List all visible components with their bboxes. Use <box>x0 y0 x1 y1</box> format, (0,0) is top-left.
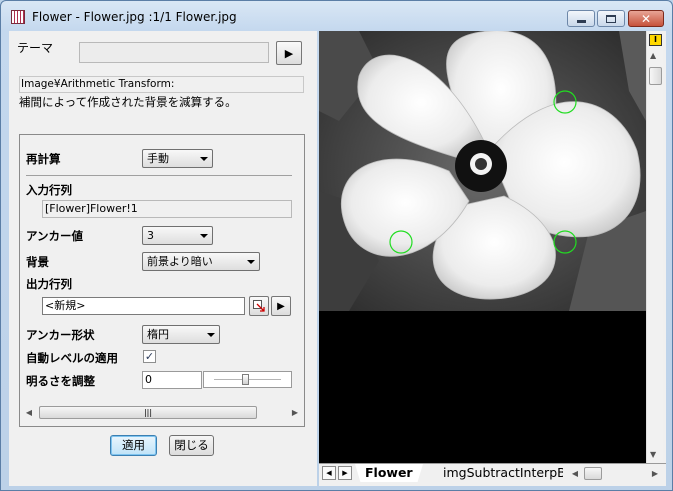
input-matrix-label: 入力行列 <box>26 183 72 197</box>
chevron-down-icon <box>207 333 215 337</box>
output-matrix-label: 出力行列 <box>26 277 72 291</box>
brightness-slider[interactable] <box>203 371 292 388</box>
output-matrix-picker-button[interactable] <box>249 296 269 316</box>
slider-thumb[interactable] <box>242 374 250 385</box>
hscroll-thumb[interactable]: ||| <box>39 406 257 419</box>
apply-button[interactable]: 適用 <box>110 435 157 456</box>
settings-panel: 再計算 手動 入力行列 [Flower]Flower!1 アンカー値 3 背景 … <box>19 134 305 427</box>
anchor-shape-label: アンカー形状 <box>26 328 95 342</box>
theme-combo[interactable] <box>79 42 269 63</box>
anchor-count-dropdown[interactable]: 3 <box>142 226 213 245</box>
anchor-point[interactable] <box>553 90 577 114</box>
prev-sheet-button[interactable]: ◀ <box>322 466 336 480</box>
vscroll-thumb[interactable] <box>649 67 662 85</box>
scroll-left-icon[interactable]: ◀ <box>568 467 582 480</box>
recalc-label: 再計算 <box>26 152 61 166</box>
hscroll-thumb[interactable] <box>584 467 602 480</box>
close-button[interactable]: ✕ <box>628 10 664 27</box>
select-range-icon <box>253 300 265 312</box>
anchor-shape-dropdown[interactable]: 楕円 <box>142 325 220 344</box>
output-matrix-field[interactable]: <新規> <box>42 297 245 315</box>
anchor-count-value: 3 <box>147 229 154 242</box>
maximize-button[interactable] <box>597 10 625 27</box>
image-canvas[interactable] <box>319 30 646 463</box>
window-title: Flower - Flower.jpg :1/1 Flower.jpg <box>32 10 237 24</box>
sheet-tab-bar: ◀ ▶ Flower imgSubtractInterpBl ◀ ▶ <box>319 463 666 482</box>
background-dropdown[interactable]: 前景より暗い <box>142 252 260 271</box>
function-description: 補間によって作成された背景を減算する。 <box>19 95 237 109</box>
auto-level-checkbox[interactable]: ✓ <box>143 350 156 363</box>
divider <box>26 175 292 176</box>
scroll-right-icon[interactable]: ▶ <box>288 406 302 419</box>
app-window: Flower - Flower.jpg :1/1 Flower.jpg ✕ テー… <box>0 0 673 491</box>
background-value: 前景より暗い <box>147 255 213 268</box>
scroll-up-icon[interactable]: ▲ <box>650 51 656 60</box>
chevron-down-icon <box>247 260 255 264</box>
auto-level-label: 自動レベルの適用 <box>26 351 118 365</box>
settings-hscrollbar[interactable]: ◀ ||| ▶ <box>20 405 304 420</box>
anchor-count-label: アンカー値 <box>26 229 84 243</box>
function-path: Image¥Arithmetic Transform: <box>19 76 304 93</box>
chevron-down-icon <box>200 157 208 161</box>
output-matrix-arrow-button[interactable]: ▶ <box>271 296 291 316</box>
anchor-overlay <box>389 90 577 254</box>
background-label: 背景 <box>26 255 49 269</box>
anchor-point[interactable] <box>553 230 577 254</box>
anchor-shape-value: 楕円 <box>147 328 169 341</box>
scroll-right-icon[interactable]: ▶ <box>648 467 662 480</box>
brightness-input[interactable]: 0 <box>142 371 202 389</box>
tab-flower[interactable]: Flower <box>355 464 423 482</box>
maximize-icon <box>606 14 616 23</box>
input-matrix-field[interactable]: [Flower]Flower!1 <box>42 200 292 218</box>
theme-arrow-button[interactable]: ▶ <box>276 41 302 65</box>
minimize-button[interactable] <box>567 10 595 27</box>
sheet-hscrollbar[interactable]: ◀ ▶ <box>566 466 664 481</box>
dialog-panel: テーマ ▶ Image¥Arithmetic Transform: 補間によって… <box>9 31 317 486</box>
arrow-right-icon: ▶ <box>277 300 285 312</box>
recalc-value: 手動 <box>147 152 169 165</box>
theme-label: テーマ <box>17 41 54 55</box>
next-sheet-button[interactable]: ▶ <box>338 466 352 480</box>
title-bar[interactable]: Flower - Flower.jpg :1/1 Flower.jpg ✕ <box>1 1 672 31</box>
arrow-right-icon: ▶ <box>284 46 294 60</box>
close-icon: ✕ <box>640 11 652 26</box>
image-vscrollbar[interactable]: I ▲ ▼ <box>646 31 663 463</box>
close-dialog-button[interactable]: 閉じる <box>169 435 214 456</box>
brightness-label: 明るさを調整 <box>26 374 95 388</box>
image-info-button[interactable]: I <box>649 34 662 46</box>
scroll-left-icon[interactable]: ◀ <box>22 406 36 419</box>
image-view: I ▲ ▼ ◀ ▶ Flower imgSubtractInterpBl ◀ ▶ <box>319 30 666 486</box>
tab-imgsubtractinterpbl[interactable]: imgSubtractInterpBl <box>423 464 563 482</box>
matrix-window-icon <box>11 10 25 24</box>
recalc-dropdown[interactable]: 手動 <box>142 149 213 168</box>
minimize-icon <box>576 20 586 23</box>
anchor-point[interactable] <box>389 230 413 254</box>
scroll-down-icon[interactable]: ▼ <box>650 450 656 459</box>
chevron-down-icon <box>200 234 208 238</box>
